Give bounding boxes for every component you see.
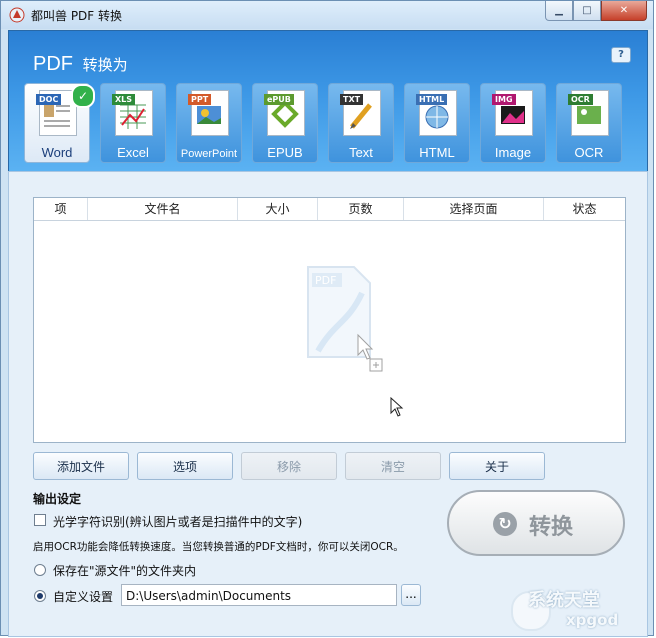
format-label: Text xyxy=(349,145,373,160)
format-excel[interactable]: XLS Excel xyxy=(100,83,166,163)
epub-doc-icon: ePUB xyxy=(264,90,305,136)
window-title: 都叫兽 PDF 转换 xyxy=(31,9,123,23)
format-tag: HTML xyxy=(416,94,448,105)
format-tag: ePUB xyxy=(264,94,294,105)
convert-arrow-icon: ↻ xyxy=(493,512,517,536)
title-bar: 都叫兽 PDF 转换 ▁ □ ✕ xyxy=(1,1,653,29)
mouse-cursor-icon xyxy=(390,397,404,417)
column-header-page-selection[interactable]: 选择页面 xyxy=(404,198,544,220)
main-panel: 项 文件名 大小 页数 选择页面 状态 PDF 添加文件 选项 移除 清空 关于… xyxy=(8,171,648,637)
ocr-note: 启用OCR功能会降低转换速度。当您转换普通的PDF文档时，你可以关闭OCR。 xyxy=(33,541,404,553)
watermark-text: 系统天堂 xyxy=(528,590,600,611)
format-label: Image xyxy=(494,145,532,160)
column-header-index[interactable]: 项 xyxy=(34,198,88,220)
add-file-button[interactable]: 添加文件 xyxy=(33,452,129,480)
format-tag: DOC xyxy=(36,94,62,105)
clear-button[interactable]: 清空 xyxy=(345,452,441,480)
format-text[interactable]: TXT Text xyxy=(328,83,394,163)
format-label: OCR xyxy=(574,145,604,160)
format-label: EPUB xyxy=(267,145,303,160)
format-tag: IMG xyxy=(492,94,516,105)
excel-doc-icon: XLS xyxy=(112,90,153,136)
column-header-status[interactable]: 状态 xyxy=(544,198,625,220)
convert-button[interactable]: ↻ 转换 xyxy=(447,490,625,556)
format-tag: PPT xyxy=(188,94,212,105)
help-icon[interactable]: ? xyxy=(611,47,631,63)
svg-text:PDF: PDF xyxy=(315,274,336,287)
save-in-source-radio[interactable] xyxy=(34,564,46,576)
output-path-input[interactable]: D:\Users\admin\Documents xyxy=(121,584,397,606)
format-image[interactable]: IMG Image xyxy=(480,83,546,163)
options-button[interactable]: 选项 xyxy=(137,452,233,480)
maximize-button[interactable]: □ xyxy=(573,1,601,21)
text-doc-icon: TXT xyxy=(340,90,381,136)
file-table[interactable]: 项 文件名 大小 页数 选择页面 状态 PDF xyxy=(33,197,626,443)
output-settings-title: 输出设定 xyxy=(33,492,82,506)
image-doc-icon: IMG xyxy=(492,90,533,136)
watermark-subtext: xpgod xyxy=(566,611,619,629)
format-label: PowerPoint xyxy=(180,148,238,160)
format-powerpoint[interactable]: PPT PowerPoint xyxy=(176,83,242,163)
custom-folder-radio[interactable] xyxy=(34,590,46,602)
format-selector: DOC ✓ Word XLS Excel PPT PowerPoint ePUB… xyxy=(24,83,622,163)
format-label: Excel xyxy=(117,145,149,160)
ocr-doc-icon: OCR xyxy=(568,90,609,136)
table-header: 项 文件名 大小 页数 选择页面 状态 xyxy=(34,198,625,221)
powerpoint-doc-icon: PPT xyxy=(188,90,229,136)
format-epub[interactable]: ePUB EPUB xyxy=(252,83,318,163)
ocr-checkbox-label[interactable]: 光学字符识别(辨认图片或者是扫描件中的文字) xyxy=(53,513,302,530)
format-label: HTML xyxy=(419,145,455,160)
ocr-checkbox[interactable] xyxy=(34,514,46,526)
pdf-label: PDF xyxy=(33,53,73,75)
convert-label: 转换 xyxy=(529,515,574,540)
column-header-size[interactable]: 大小 xyxy=(238,198,318,220)
save-in-source-label[interactable]: 保存在"源文件"的文件夹内 xyxy=(53,562,196,579)
app-window: 都叫兽 PDF 转换 ▁ □ ✕ PDF 转换为 ? DOC ✓ Word XL… xyxy=(0,0,654,637)
column-header-filename[interactable]: 文件名 xyxy=(88,198,238,220)
minimize-button[interactable]: ▁ xyxy=(545,1,573,21)
format-tag: XLS xyxy=(112,94,136,105)
format-html[interactable]: HTML HTML xyxy=(404,83,470,163)
custom-folder-label[interactable]: 自定义设置 xyxy=(53,588,113,605)
format-tag: TXT xyxy=(340,94,364,105)
format-tag: OCR xyxy=(568,94,593,105)
html-doc-icon: HTML xyxy=(416,90,457,136)
format-ocr[interactable]: OCR OCR xyxy=(556,83,622,163)
column-header-pages[interactable]: 页数 xyxy=(318,198,404,220)
format-label: Word xyxy=(41,145,73,160)
selected-check-icon: ✓ xyxy=(71,84,95,108)
about-button[interactable]: 关于 xyxy=(449,452,545,480)
remove-button[interactable]: 移除 xyxy=(241,452,337,480)
browse-button[interactable]: ... xyxy=(401,584,421,606)
format-header: PDF 转换为 ? DOC ✓ Word XLS Excel PPT Power… xyxy=(8,30,648,172)
format-word[interactable]: DOC ✓ Word xyxy=(24,83,95,163)
drop-pdf-placeholder-icon: PDF xyxy=(307,266,383,372)
header-title: PDF 转换为 xyxy=(33,53,128,76)
convert-to-label: 转换为 xyxy=(82,57,128,74)
close-button[interactable]: ✕ xyxy=(601,1,647,21)
app-logo-icon xyxy=(9,7,25,23)
